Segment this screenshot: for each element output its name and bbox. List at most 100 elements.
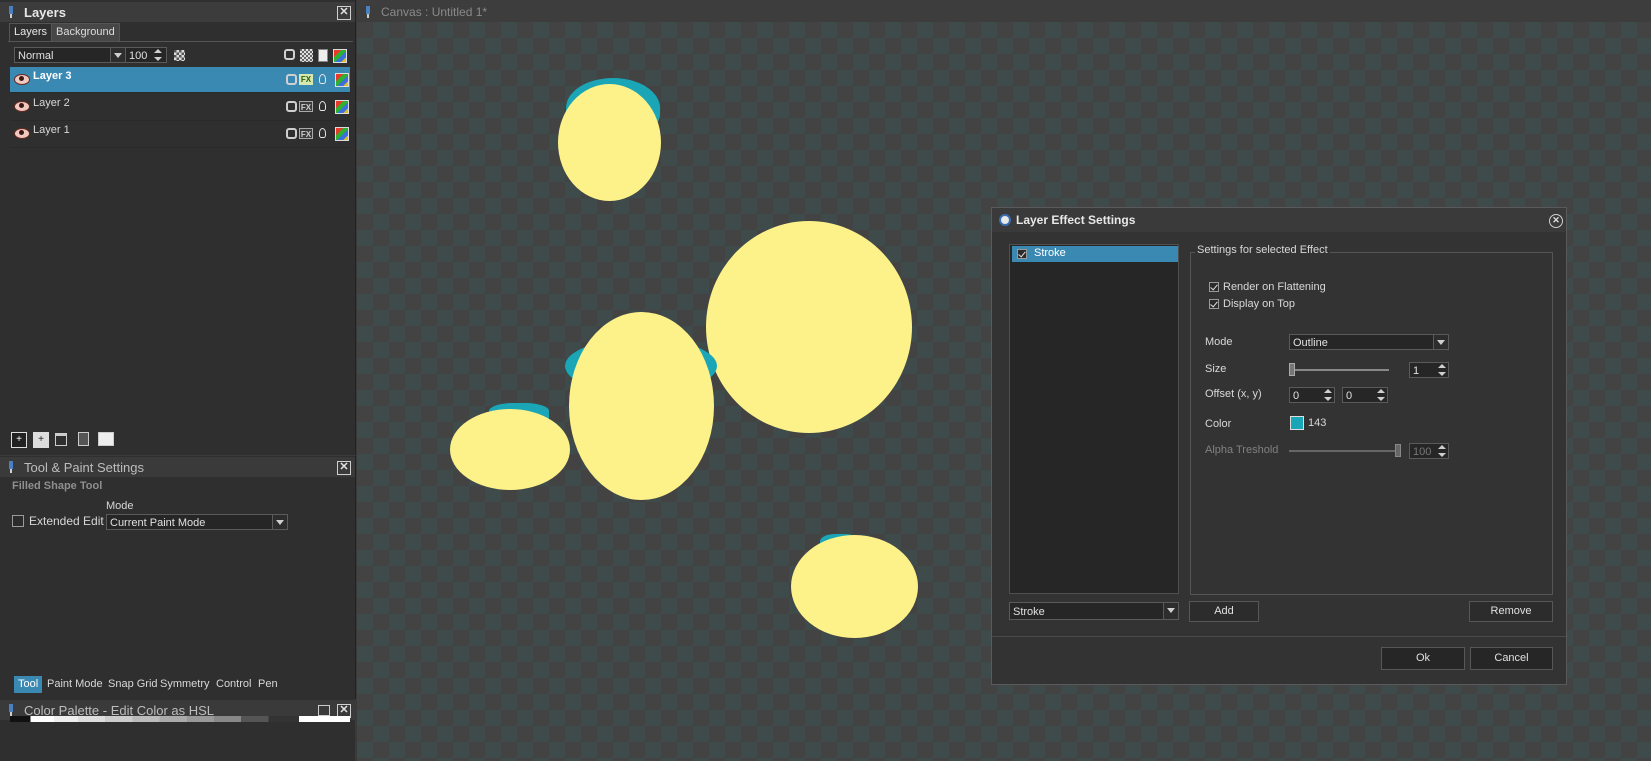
offset-y-value: 0 — [1346, 390, 1353, 402]
tab-background[interactable]: Background — [51, 23, 120, 42]
size-slider-track[interactable] — [1289, 369, 1389, 371]
layer-row-3[interactable]: Layer 3 FX — [10, 67, 350, 93]
layer-row-2[interactable]: Layer 2 FX — [10, 94, 350, 121]
chevron-down-icon[interactable] — [1163, 603, 1178, 619]
offset-y-stepper[interactable] — [1376, 387, 1386, 403]
close-icon[interactable]: ✕ — [337, 6, 351, 20]
link-icon[interactable] — [286, 101, 297, 112]
alpha-value: 100 — [1413, 446, 1432, 458]
alpha-slider-track[interactable] — [1289, 450, 1399, 452]
layers-panel: Layers ✕ Layers Background Normal 100 La… — [0, 0, 356, 455]
pin-icon[interactable] — [6, 461, 16, 473]
color-swatch[interactable] — [1290, 416, 1304, 430]
display-on-top-checkbox[interactable] — [1209, 299, 1219, 309]
lock-icon[interactable] — [284, 49, 295, 60]
layer-properties-icon[interactable] — [98, 432, 114, 446]
pin-icon[interactable] — [363, 6, 373, 18]
bulb-icon[interactable] — [319, 128, 326, 138]
merge-layer-icon[interactable] — [78, 432, 89, 446]
add-layer-icon[interactable]: + — [11, 432, 27, 448]
extended-edit-checkbox[interactable] — [12, 515, 24, 527]
tab-tool[interactable]: Tool — [14, 676, 43, 693]
effect-enabled-checkbox[interactable] — [1017, 249, 1027, 259]
close-icon[interactable]: ✕ — [1549, 214, 1563, 228]
paint-mode-select[interactable]: Current Paint Mode — [106, 514, 288, 530]
tab-symmetry[interactable]: Symmetry — [156, 676, 214, 693]
effect-name: Stroke — [1034, 247, 1066, 259]
color-flag-icon[interactable] — [335, 100, 349, 114]
effect-item-stroke[interactable]: Stroke — [1012, 246, 1178, 262]
add-button[interactable]: Add — [1189, 601, 1259, 622]
tab-pen[interactable]: Pen — [254, 676, 282, 693]
layer-name: Layer 1 — [33, 124, 70, 136]
tool-tab-bar: Tool Paint Mode Snap Grid Symmetry Contr… — [12, 676, 352, 693]
canvas-title: Canvas : Untitled 1* — [381, 5, 488, 19]
palette-swatches[interactable] — [10, 716, 350, 722]
tab-paint-mode[interactable]: Paint Mode — [43, 676, 107, 693]
opacity-stepper[interactable] — [153, 47, 163, 63]
app-logo-icon — [999, 214, 1011, 226]
ellipse-2[interactable] — [706, 221, 912, 433]
pin-icon[interactable] — [6, 6, 16, 18]
bulb-icon[interactable] — [319, 74, 326, 84]
mode-select[interactable]: Outline — [1289, 334, 1449, 350]
visibility-eye-icon[interactable] — [14, 73, 30, 85]
checker-lock-icon[interactable] — [300, 49, 313, 62]
delete-layer-icon[interactable] — [55, 433, 67, 446]
layer-effect-dialog: Layer Effect Settings ✕ Stroke Settings … — [991, 207, 1567, 685]
alpha-slider-handle[interactable] — [1395, 444, 1401, 457]
chevron-down-icon[interactable] — [110, 48, 125, 62]
render-on-flattening-checkbox[interactable] — [1209, 282, 1219, 292]
duplicate-layer-icon[interactable]: + — [33, 432, 49, 448]
effect-type-select[interactable]: Stroke — [1009, 602, 1179, 620]
mode-label: Mode — [106, 500, 134, 512]
alpha-stepper[interactable] — [1437, 443, 1447, 459]
fx-icon[interactable]: FX — [299, 74, 313, 85]
dialog-divider — [992, 636, 1566, 637]
layer-row-1[interactable]: Layer 1 FX — [10, 121, 350, 148]
chevron-down-icon[interactable] — [1433, 335, 1448, 349]
transparency-icon[interactable] — [174, 50, 185, 61]
palette-menu-icon[interactable] — [318, 705, 330, 716]
fx-icon[interactable]: FX — [299, 128, 313, 139]
visibility-eye-icon[interactable] — [14, 100, 30, 112]
layers-toolbar: Normal 100 — [8, 41, 353, 67]
mode-label: Mode — [1205, 336, 1233, 348]
color-lock-icon[interactable] — [333, 49, 347, 63]
fx-icon[interactable]: FX — [299, 101, 313, 112]
color-flag-icon[interactable] — [335, 73, 349, 87]
tool-panel-title: Tool & Paint Settings — [24, 459, 144, 475]
canvas-header[interactable]: Canvas : Untitled 1* — [357, 2, 1651, 22]
tab-snap-grid[interactable]: Snap Grid — [104, 676, 162, 693]
remove-button[interactable]: Remove — [1469, 601, 1553, 622]
blend-mode-select[interactable]: Normal — [14, 47, 126, 63]
size-label: Size — [1205, 363, 1227, 375]
alpha-lock-icon[interactable] — [318, 49, 328, 62]
ellipse-5[interactable] — [791, 535, 918, 638]
ellipse-1[interactable] — [558, 84, 661, 201]
layers-panel-header[interactable]: Layers ✕ — [0, 2, 355, 22]
ellipse-3[interactable] — [569, 312, 714, 500]
size-slider-handle[interactable] — [1289, 363, 1295, 376]
dialog-title-bar[interactable]: Layer Effect Settings ✕ — [992, 208, 1566, 232]
paint-mode-value: Current Paint Mode — [110, 517, 206, 529]
visibility-eye-icon[interactable] — [14, 127, 30, 139]
ok-button[interactable]: Ok — [1381, 647, 1465, 670]
color-flag-icon[interactable] — [335, 127, 349, 141]
tool-panel-header[interactable]: Tool & Paint Settings ✕ — [0, 457, 355, 477]
tab-layers[interactable]: Layers — [9, 23, 53, 41]
size-stepper[interactable] — [1437, 362, 1447, 378]
pin-icon[interactable] — [6, 704, 16, 716]
offset-label: Offset (x, y) — [1205, 388, 1262, 400]
link-icon[interactable] — [286, 128, 297, 139]
cancel-button[interactable]: Cancel — [1470, 647, 1553, 670]
chevron-down-icon[interactable] — [272, 515, 287, 529]
offset-x-stepper[interactable] — [1323, 387, 1333, 403]
close-icon[interactable]: ✕ — [337, 461, 351, 475]
ellipse-4[interactable] — [450, 409, 570, 490]
color-palette-panel: Color Palette - Edit Color as HSL ✕ — [0, 698, 355, 761]
bulb-icon[interactable] — [319, 101, 326, 111]
tab-control[interactable]: Control — [212, 676, 255, 693]
link-icon[interactable] — [286, 74, 297, 85]
effects-list: Stroke — [1009, 244, 1179, 594]
